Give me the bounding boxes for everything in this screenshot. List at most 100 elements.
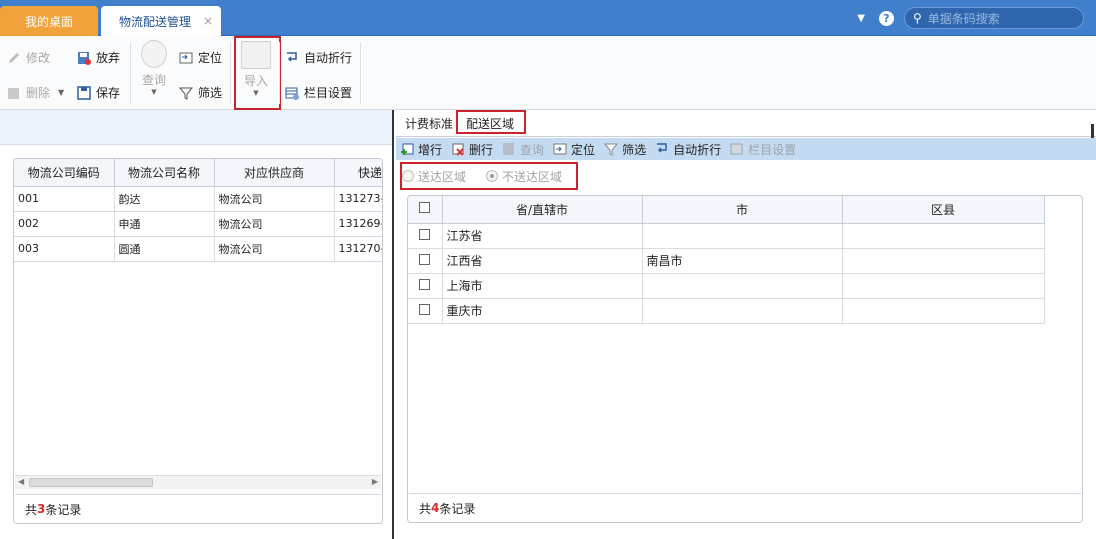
save-label: 保存 [96,86,121,100]
table-row[interactable]: 江苏省 [408,223,1045,249]
column-header-district[interactable]: 区县 [842,196,1045,224]
autowrap-label: 自动折行 [304,51,353,65]
left-record-count: 共 3 条记录 [15,494,381,523]
scroll-thumb[interactable] [29,478,153,487]
cell-province: 上海市 [442,273,643,299]
toolbar-divider [230,42,231,104]
record-prefix: 共 [419,501,432,516]
main-toolbar: 修改 放弃 删除 ▼ 保存 查询 ▼ 定位 筛选 导入 ▼ 自动折行 栏目设置 [0,36,1096,110]
panel-grip [1091,124,1094,138]
right-autowrap-label: 自动折行 [673,142,722,157]
cell-province: 江西省 [442,248,643,274]
delete-row-icon [451,142,465,156]
column-header-city[interactable]: 市 [642,196,843,224]
cell-code: 003 [14,236,115,262]
delivery-area-table: 省/直辖市 市 区县 江苏省 江西省 南昌市 上海市 重庆市 [408,196,1045,324]
tab-billing-standard[interactable]: 计费标准 [405,115,453,132]
column-header-name[interactable]: 物流公司名称 [114,159,215,187]
toolbar-divider [360,42,361,104]
right-locate-button[interactable]: 定位 [553,141,595,158]
cell-supplier: 物流公司 [214,236,335,262]
table-row[interactable]: 上海市 [408,273,1045,299]
filter-button[interactable]: 筛选 [178,84,222,101]
table-header-row: 省/直辖市 市 区县 [408,196,1045,224]
table-row[interactable]: 002 申通 物流公司 131269- [14,211,382,237]
filter-icon [178,85,194,101]
help-icon[interactable]: ? [879,10,894,26]
horizontal-scrollbar[interactable]: ◀ ▶ [15,475,381,489]
table-row[interactable]: 江西省 南昌市 [408,248,1045,274]
abandon-button[interactable]: 放弃 [76,49,120,66]
row-checkbox[interactable] [408,273,443,299]
row-checkbox[interactable] [408,298,443,324]
wrap-icon [284,50,300,66]
row-checkbox[interactable] [408,248,443,274]
select-all-checkbox[interactable] [408,196,443,224]
close-icon[interactable]: × [203,14,213,28]
table-row[interactable]: 001 韵达 物流公司 131273- [14,186,382,212]
right-query-label: 查询 [520,142,545,157]
top-right-controls: ▼ ? ⚲ 单据条码搜索 [857,7,1084,29]
delete-row-button[interactable]: 删行 [451,141,493,158]
column-header-supplier[interactable]: 对应供应商 [214,159,335,187]
edit-button[interactable]: 修改 [6,49,50,66]
column-settings-icon [730,142,744,156]
cell-city [642,273,843,299]
scroll-left-icon[interactable]: ◀ [18,477,24,486]
column-header-province[interactable]: 省/直辖市 [442,196,643,224]
tab-my-desktop[interactable]: 我的桌面 [0,6,98,36]
toolbar-divider [279,42,280,104]
autowrap-button[interactable]: 自动折行 [284,49,352,66]
checkbox-icon [419,278,431,290]
left-panel: 物流公司编码 物流公司名称 对应供应商 快递 001 韵达 物流公司 13127… [0,110,394,539]
right-column-settings-button[interactable]: 栏目设置 [730,141,796,158]
barcode-search-input[interactable]: ⚲ 单据条码搜索 [904,7,1084,29]
scroll-right-icon[interactable]: ▶ [372,477,378,486]
column-settings-icon [284,85,300,101]
record-count: 3 [37,502,46,516]
cell-city [642,223,843,249]
filter-icon [603,142,619,156]
delete-dropdown-icon[interactable]: ▼ [58,88,64,97]
right-query-button[interactable]: 查询 [502,141,544,158]
locate-icon [553,142,567,156]
right-locate-label: 定位 [571,142,596,157]
row-checkbox[interactable] [408,223,443,249]
add-row-label: 增行 [418,142,443,157]
right-record-count: 共 4 条记录 [409,493,1081,522]
abandon-label: 放弃 [96,51,121,65]
add-row-icon [400,142,414,156]
right-tab-strip: 计费标准 配送区域 [396,110,1096,138]
add-row-button[interactable]: 增行 [400,141,442,158]
cell-district [842,223,1045,249]
cell-code: 001 [14,186,115,212]
search-placeholder: 单据条码搜索 [927,11,1000,26]
checkbox-icon [419,228,431,240]
tab-logistics-management[interactable]: 物流配送管理 × [101,6,221,37]
cell-district [842,273,1045,299]
delete-row-label: 删行 [469,142,494,157]
cell-code: 002 [14,211,115,237]
right-filter-label: 筛选 [622,142,647,157]
delete-button[interactable]: 删除 ▼ [6,84,64,101]
column-header-code[interactable]: 物流公司编码 [14,159,115,187]
chevron-down-icon[interactable]: ▼ [857,13,865,24]
query-label: 查询 [141,73,166,87]
cell-name: 申通 [114,211,215,237]
filter-label: 筛选 [198,86,223,100]
delivery-area-highlight-box [456,110,526,134]
save-button[interactable]: 保存 [76,84,120,101]
checkbox-icon [419,303,431,315]
cell-province: 江苏省 [442,223,643,249]
column-settings-button[interactable]: 栏目设置 [284,84,352,101]
query-button[interactable]: 查询 ▼ [138,40,170,96]
column-header-express[interactable]: 快递 [334,159,382,187]
table-row[interactable]: 重庆市 [408,298,1045,324]
locate-button[interactable]: 定位 [178,49,222,66]
right-autowrap-button[interactable]: 自动折行 [655,141,721,158]
right-filter-button[interactable]: 筛选 [603,141,647,158]
floppy-icon [76,85,92,101]
tab-home-label: 我的桌面 [24,14,73,29]
logistics-company-grid: 物流公司编码 物流公司名称 对应供应商 快递 001 韵达 物流公司 13127… [13,158,383,524]
table-row[interactable]: 003 圆通 物流公司 131270- [14,236,382,262]
